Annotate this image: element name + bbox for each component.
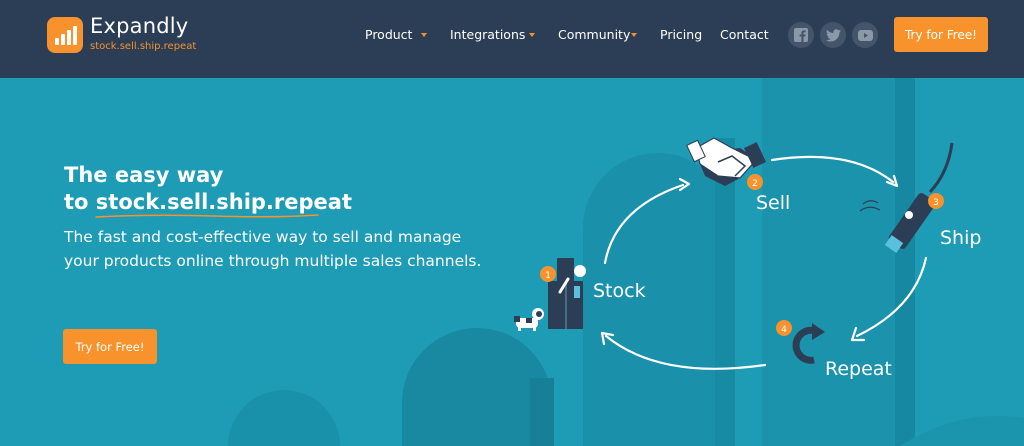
nav-try-free-button[interactable]: Try for Free!: [894, 17, 988, 52]
headline-highlight: stock.sell.ship.repeat: [95, 190, 352, 214]
step-label-stock: Stock: [593, 280, 646, 302]
svg-text:1: 1: [545, 271, 551, 281]
arrow-ship-to-repeat: [855, 256, 928, 338]
hero-section: The easy way to stock.sell.ship.repeat T…: [0, 78, 1024, 446]
step-badge-4: 4: [776, 320, 792, 336]
process-cycle-illustration: 1 2 3 4: [514, 137, 954, 370]
nav-item-pricing[interactable]: Pricing: [660, 27, 702, 42]
twitter-icon[interactable]: [820, 22, 846, 48]
arrow-sell-to-ship: [770, 155, 895, 184]
facebook-icon[interactable]: [788, 22, 814, 48]
hero-subtext: The fast and cost-effective way to sell …: [64, 228, 482, 270]
logo-name: Expandly: [90, 14, 189, 38]
arrow-stock-to-sell: [603, 183, 685, 265]
chevron-down-icon: [631, 33, 637, 37]
step-badge-1: 1: [540, 266, 556, 282]
top-navbar: Expandly stock.sell.ship.repeat Product …: [0, 0, 1024, 78]
refresh-icon: [792, 323, 825, 364]
chevron-down-icon: [421, 33, 427, 37]
chevron-down-icon: [529, 33, 535, 37]
svg-text:2: 2: [752, 179, 758, 189]
step-label-sell: Sell: [756, 192, 791, 214]
svg-text:3: 3: [933, 198, 939, 208]
headline-prefix: to: [64, 190, 96, 214]
step-badge-2: 2: [747, 174, 763, 190]
dog-icon: [514, 308, 544, 331]
arrow-repeat-to-stock: [604, 334, 767, 370]
svg-text:4: 4: [781, 325, 787, 335]
step-label-ship: Ship: [940, 227, 982, 249]
nav-item-integrations[interactable]: Integrations: [450, 27, 525, 42]
step-badge-3: 3: [928, 193, 944, 209]
logo-icon: [47, 17, 83, 53]
hero-headline-line1: The easy way: [64, 163, 224, 187]
nav-item-contact[interactable]: Contact: [720, 27, 769, 42]
logo-tagline: stock.sell.ship.repeat: [90, 41, 197, 52]
nav-item-community[interactable]: Community: [558, 27, 630, 42]
youtube-icon[interactable]: [852, 22, 878, 48]
step-label-repeat: Repeat: [825, 358, 892, 380]
hero-try-free-button[interactable]: Try for Free!: [63, 329, 157, 364]
nav-item-product[interactable]: Product: [365, 27, 412, 42]
headline-underline: [95, 214, 319, 218]
